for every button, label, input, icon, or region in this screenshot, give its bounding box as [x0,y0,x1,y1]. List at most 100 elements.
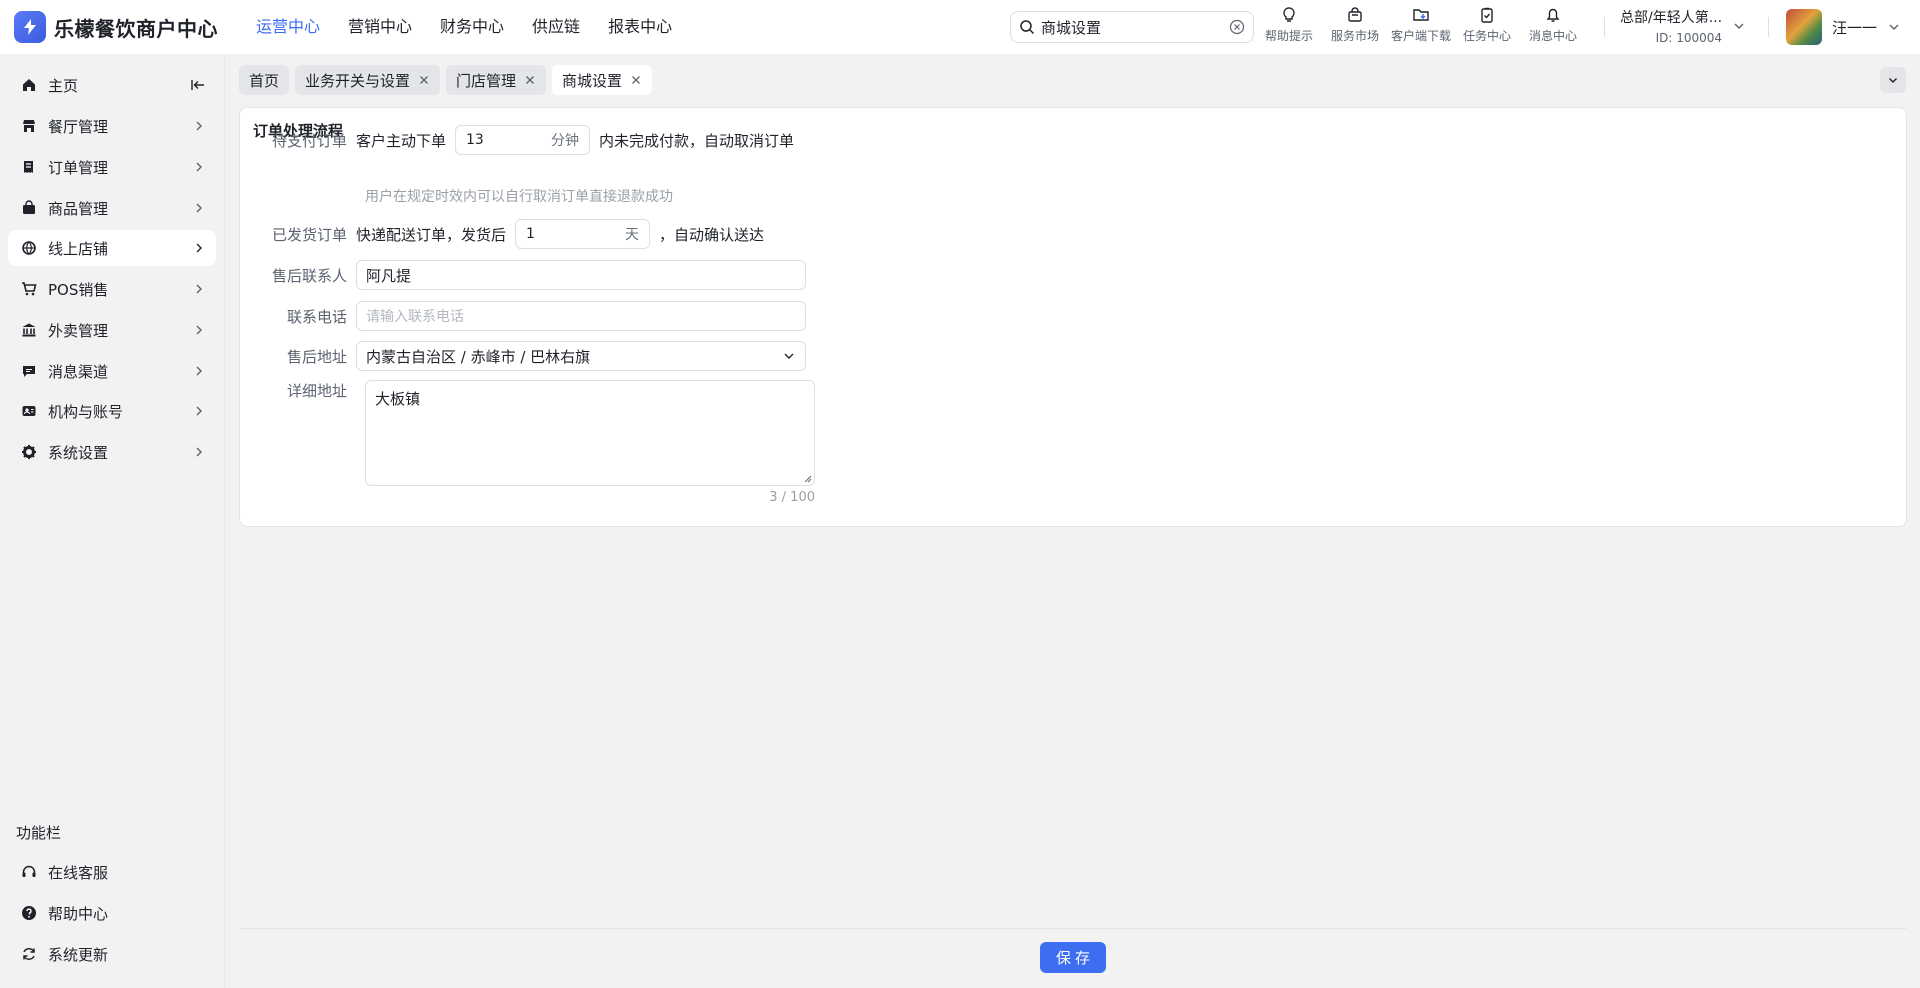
sidebar-item-label: 订单管理 [48,158,109,177]
footer-divider [239,928,1907,929]
app-name: 乐檬餐饮商户中心 [54,16,218,41]
char-counter: 3 / 100 [769,490,815,505]
sidebar-item-orders[interactable]: 订单管理 [8,149,216,185]
sidebar-item-label: 线上店铺 [48,239,109,258]
pending-minutes-input[interactable]: 13 分钟 [455,125,591,155]
chevron-right-icon [192,445,206,459]
chevron-down-icon [1889,24,1899,30]
clipboard-check-icon [1481,7,1493,23]
tool-message-center[interactable]: 消息中心 [1520,6,1586,44]
sidebar-item-label: 主页 [48,76,79,95]
sidebar-item-pos[interactable]: POS销售 [8,271,216,307]
tool-client-download[interactable]: 客户端下载 [1388,6,1454,44]
field-label: 待支付订单 [271,131,347,150]
tabs-menu-button[interactable] [1880,67,1906,93]
nav-supply-chain[interactable]: 供应链 [518,0,594,54]
nav-reports[interactable]: 报表中心 [594,0,686,54]
field-label: 已发货订单 [271,225,347,244]
chevron-right-icon [192,323,206,337]
lightbulb-icon [1283,7,1295,22]
divider [1768,17,1769,37]
sidebar-item-products[interactable]: 商品管理 [8,190,216,226]
tab-label: 门店管理 [456,71,517,90]
bag-icon [20,199,38,217]
close-icon[interactable] [630,74,642,86]
field-label: 售后地址 [286,347,347,366]
home-icon [20,76,38,94]
sidebar-item-system-update[interactable]: 系统更新 [8,936,216,972]
tab-business-switches[interactable]: 业务开关与设置 [295,65,441,95]
shipped-suffix: ，自动确认送达 [659,225,765,244]
tool-task-center[interactable]: 任务中心 [1454,6,1520,44]
sidebar-item-delivery[interactable]: 外卖管理 [8,312,216,348]
sidebar: 主页 餐厅管理 订单管理 商品管理 线上店铺 POS销售 外卖管理 消息渠道 机 [0,54,225,988]
shipped-days-input[interactable]: 1 天 [515,219,651,249]
close-icon[interactable] [418,74,430,86]
pending-order-row: 待支付订单 客户主动下单 13 分钟 内未完成付款，自动取消订单 [240,125,794,155]
shipped-prefix: 快递配送订单，发货后 [356,225,507,244]
detail-address-textarea[interactable]: 大板镇 [365,380,815,486]
close-icon[interactable] [524,74,536,86]
field-label: 售后联系人 [271,266,347,285]
tool-label: 任务中心 [1462,29,1511,43]
tab-store-management[interactable]: 门店管理 [446,65,547,95]
chevron-down-icon [1734,23,1744,29]
nav-operations[interactable]: 运营中心 [242,0,334,54]
chevron-right-icon [192,364,206,378]
sidebar-item-restaurant[interactable]: 餐厅管理 [8,108,216,144]
app-logo[interactable]: 乐檬餐饮商户中心 [14,11,242,43]
store-icon [20,117,38,135]
detail-address-value: 大板镇 [375,390,421,408]
nav-marketing[interactable]: 营销中心 [334,0,426,54]
tool-label: 消息中心 [1528,29,1577,43]
sidebar-item-system-settings[interactable]: 系统设置 [8,434,216,470]
sidebar-item-message-channels[interactable]: 消息渠道 [8,353,216,389]
pending-prefix: 客户主动下单 [356,131,447,150]
after-sales-address-select[interactable]: 内蒙古自治区 / 赤峰市 / 巴林右旗 [356,341,806,371]
tool-label: 服务市场 [1330,29,1379,43]
headset-icon [20,863,38,881]
sidebar-item-help-center[interactable]: 帮助中心 [8,895,216,931]
sidebar-item-online-service[interactable]: 在线客服 [8,854,216,890]
gear-icon [20,443,38,461]
tool-help-tips[interactable]: 帮助提示 [1256,6,1322,44]
tool-label: 帮助提示 [1264,29,1313,43]
contact-person-input[interactable]: 阿凡提 [356,260,806,290]
sidebar-item-online-store[interactable]: 线上店铺 [8,230,216,266]
resize-handle-icon[interactable] [802,473,812,483]
collapse-sidebar-icon[interactable] [190,77,206,93]
nav-finance[interactable]: 财务中心 [426,0,518,54]
tab-mall-settings[interactable]: 商城设置 [552,65,653,95]
address-value: 内蒙古自治区 / 赤峰市 / 巴林右旗 [366,347,591,366]
pending-minutes-value: 13 [466,132,484,148]
toolbar: 帮助提示 服务市场 客户端下载 任务中心 消息中心 [1256,6,1586,44]
org-name: 总部/年轻人第... [1620,10,1723,26]
tab-label: 业务开关与设置 [305,71,411,90]
sidebar-item-label: 系统设置 [48,443,109,462]
clear-search-icon[interactable] [1229,19,1245,35]
sidebar-item-home[interactable]: 主页 [8,67,216,103]
org-id: ID: 100004 [1655,31,1723,45]
pending-suffix: 内未完成付款，自动取消订单 [599,131,795,150]
avatar [1786,9,1822,45]
unit-label: 天 [625,227,640,243]
sidebar-item-label: 外卖管理 [48,321,109,340]
globe-icon [20,239,38,257]
question-icon [20,904,38,922]
search-icon [1020,20,1035,35]
tool-service-market[interactable]: 服务市场 [1322,6,1388,44]
user-menu[interactable]: 汪一一 [1786,9,1901,45]
contact-phone-input[interactable]: 请输入联系电话 [356,301,806,331]
shopping-bag-icon [1348,7,1362,22]
org-switcher[interactable]: 总部/年轻人第... ID: 100004 [1620,7,1746,45]
sidebar-item-org-accounts[interactable]: 机构与账号 [8,393,216,429]
top-bar: 乐檬餐饮商户中心 运营中心 营销中心 财务中心 供应链 报表中心 商城设置 帮助… [0,0,1920,54]
sidebar-item-label: POS销售 [48,280,109,299]
sidebar-item-label: 商品管理 [48,199,109,218]
cart-icon [20,280,38,298]
contact-row: 售后联系人 阿凡提 [240,260,806,290]
save-button[interactable]: 保存 [1040,942,1106,973]
search-input[interactable]: 商城设置 [1010,11,1254,43]
tab-home[interactable]: 首页 [239,65,290,95]
sidebar-item-label: 在线客服 [48,863,109,882]
